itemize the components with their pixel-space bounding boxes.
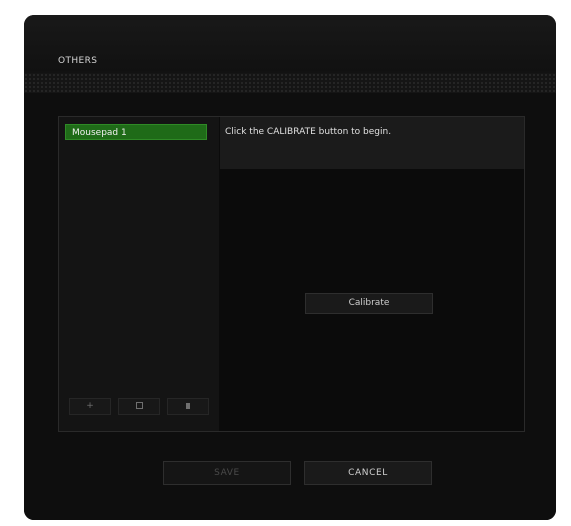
save-button[interactable]: SAVE (163, 461, 291, 485)
header-texture-band (24, 73, 556, 93)
copy-icon (135, 402, 143, 409)
plus-icon: + (86, 401, 94, 411)
others-dialog: OTHERS Mousepad 1 + Click the CALIBRATE … (24, 15, 556, 520)
dialog-title: OTHERS (58, 56, 98, 66)
instruction-bar: Click the CALIBRATE button to begin. (220, 117, 524, 169)
device-list-pane: Mousepad 1 + (59, 117, 219, 431)
calibration-panel: Mousepad 1 + Click the CALIBRATE button … (58, 116, 525, 432)
calibration-instruction: Click the CALIBRATE button to begin. (225, 127, 392, 137)
delete-device-button[interactable] (167, 398, 209, 415)
list-item-mousepad-1[interactable]: Mousepad 1 (65, 124, 207, 140)
trash-icon (186, 402, 190, 409)
dialog-header: OTHERS (24, 15, 556, 71)
calibrate-button[interactable]: Calibrate (305, 293, 433, 314)
add-device-button[interactable]: + (69, 398, 111, 415)
cancel-button[interactable]: CANCEL (304, 461, 432, 485)
copy-device-button[interactable] (118, 398, 160, 415)
